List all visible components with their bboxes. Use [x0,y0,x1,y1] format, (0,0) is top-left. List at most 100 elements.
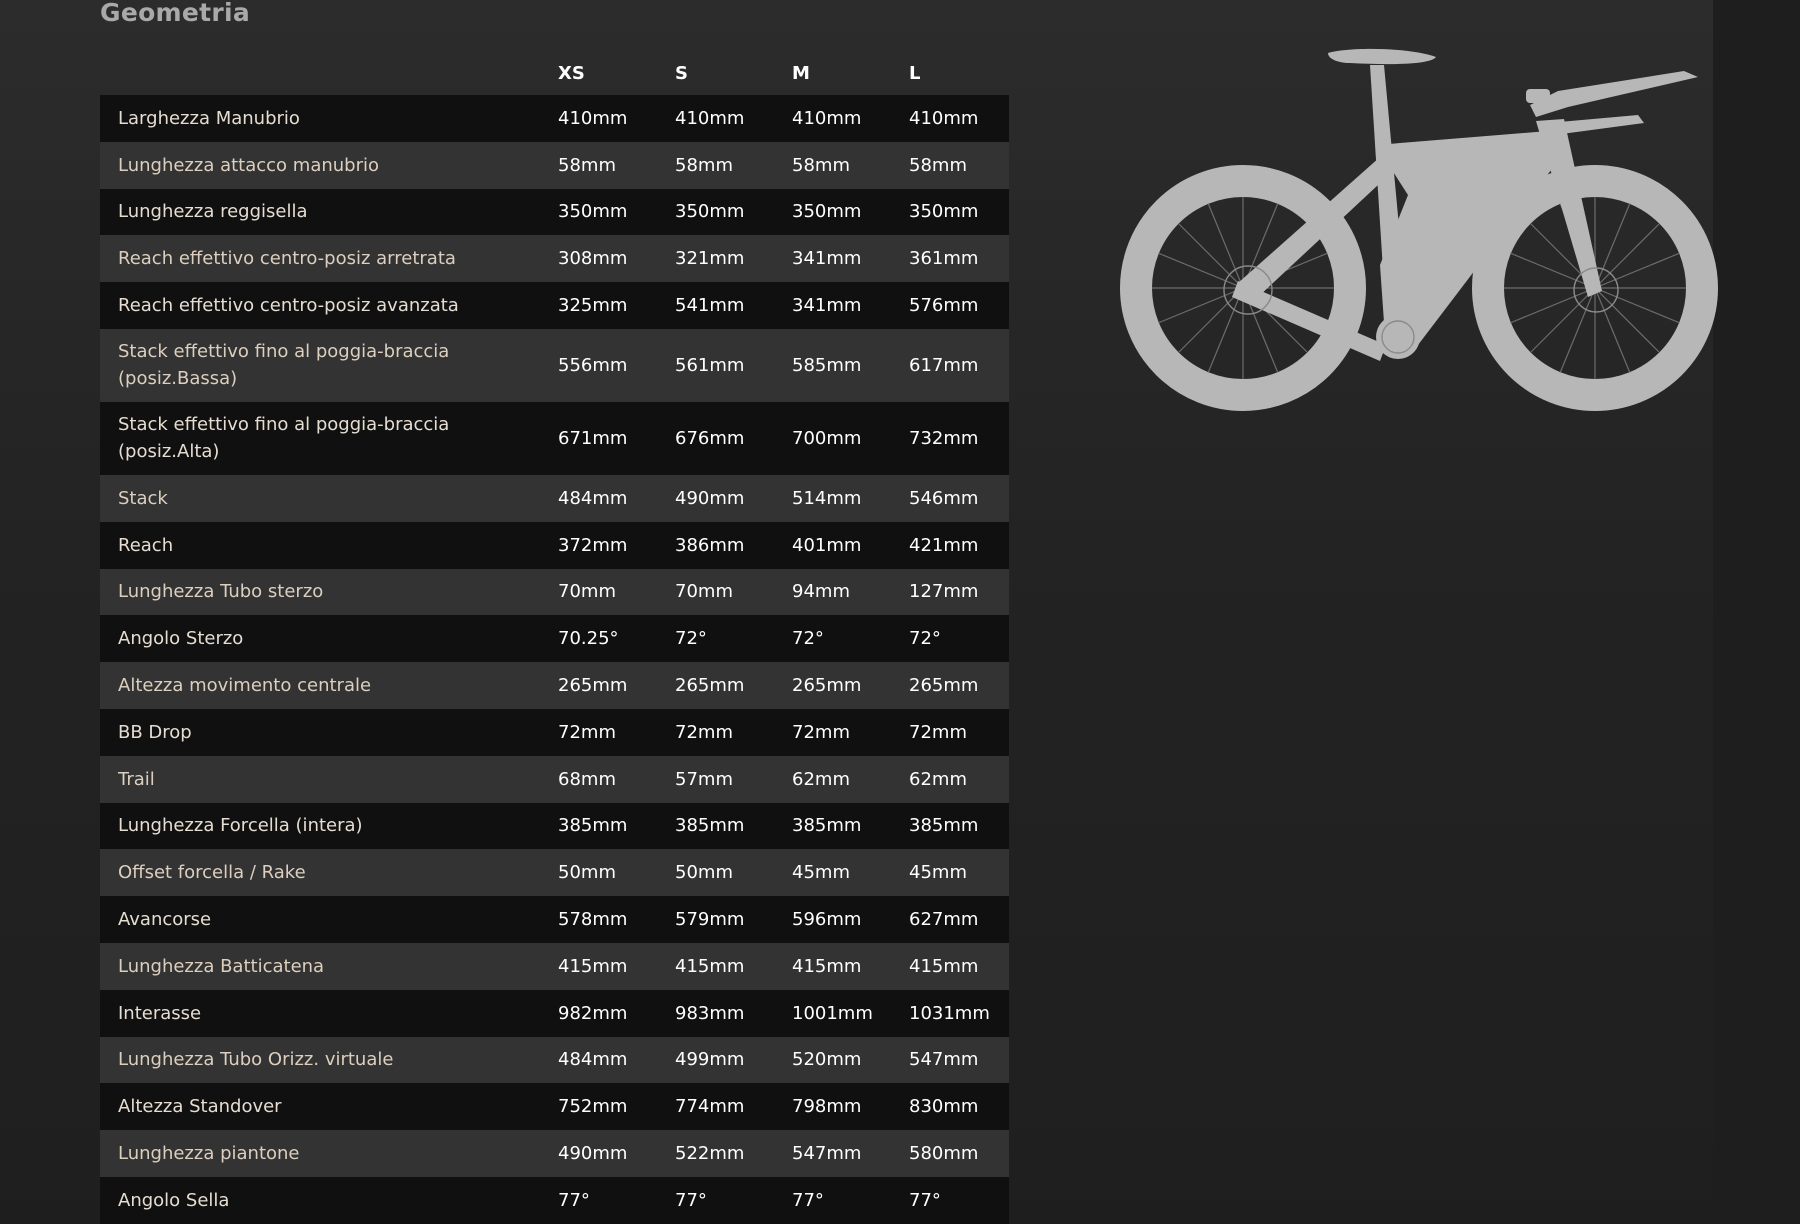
row-label: Altezza Standover [118,1096,282,1118]
value-cell-l: 415mm [909,955,979,977]
row-label: Lunghezza Tubo Orizz. virtuale [118,1049,394,1071]
value-cell-l: 77° [909,1189,941,1211]
value-cell-s: 983mm [675,1002,745,1024]
value-cell-s: 72mm [675,721,733,743]
value-cell-s: 774mm [675,1096,745,1118]
value-cell-s: 415mm [675,955,745,977]
value-cell-l: 576mm [909,295,979,317]
value-cell-s: 57mm [675,768,733,790]
value-cell-xs: 325mm [558,295,628,317]
value-cell-m: 350mm [792,201,862,223]
value-cell-s: 499mm [675,1049,745,1071]
table-row: Avancorse 578mm 579mm 596mm 627mm [100,896,1009,943]
value-cell-l: 546mm [909,487,979,509]
table-row: Altezza Standover 752mm 774mm 798mm 830mm [100,1083,1009,1131]
table-row: Stack effettivo fino al poggia-braccia (… [100,401,1009,475]
table-row: Lunghezza attacco manubrio 58mm 58mm 58mm 58… [100,141,1009,189]
value-cell-l: 72° [909,628,941,650]
value-cell-m: 798mm [792,1096,862,1118]
value-cell-l: 62mm [909,768,967,790]
row-label: Altezza movimento centrale [118,675,372,697]
table-row: Larghezza Manubrio 410mm 410mm 410mm 410mm [100,95,1009,142]
table-row: Reach 372mm 386mm 401mm 421mm [100,521,1009,569]
value-cell-xs: 484mm [558,1049,628,1071]
size-header-row: XS S M L [100,52,1009,95]
table-row: Angolo Sella 77° 77° 77° 77° [100,1176,1009,1224]
value-cell-m: 341mm [792,248,862,270]
row-label: Lunghezza piantone [118,1143,300,1165]
value-cell-xs: 556mm [558,354,628,376]
value-cell-s: 385mm [675,815,745,837]
header-label-cell [100,52,540,95]
table-row: Trail 68mm 57mm 62mm 62mm [100,755,1009,803]
value-cell-m: 385mm [792,815,862,837]
value-cell-s: 386mm [675,534,745,556]
value-cell-s: 72° [675,628,707,650]
value-cell-s: 561mm [675,354,745,376]
table-row: Lunghezza reggisella 350mm 350mm 350mm 350mm [100,188,1009,236]
value-cell-s: 58mm [675,154,733,176]
value-cell-xs: 350mm [558,201,628,223]
row-label: Stack [118,487,168,509]
row-label: Lunghezza Tubo sterzo [118,581,324,603]
row-label: Reach effettivo centro-posiz avanzata [118,295,459,317]
row-label: Interasse [118,1002,202,1024]
value-cell-xs: 752mm [558,1096,628,1118]
row-label: Larghezza Manubrio [118,107,300,129]
value-cell-s: 321mm [675,248,745,270]
row-label: Lunghezza Batticatena [118,955,325,977]
value-cell-s: 490mm [675,487,745,509]
value-cell-l: 58mm [909,154,967,176]
size-header-m: M [792,63,810,84]
table-row: Reach effettivo centro-posiz avanzata 325… [100,282,1009,329]
size-header-s: S [675,63,688,84]
row-label: Lunghezza Forcella (intera) [118,815,363,837]
row-label: Stack effettivo fino al poggia-braccia (… [118,414,450,463]
value-cell-xs: 578mm [558,909,628,931]
value-cell-l: 350mm [909,201,979,223]
value-cell-l: 421mm [909,534,979,556]
row-label: BB Drop [118,721,192,743]
value-cell-xs: 70mm [558,581,616,603]
value-cell-m: 410mm [792,107,862,129]
value-cell-m: 700mm [792,427,862,449]
value-cell-m: 45mm [792,862,850,884]
value-cell-m: 265mm [792,675,862,697]
table-row: Lunghezza Forcella (intera) 385mm 385mm 385… [100,802,1009,850]
table-row: Altezza movimento centrale 265mm 265mm 265m… [100,662,1009,709]
table-row: Lunghezza Tubo Orizz. virtuale 484mm 499mm… [100,1036,1009,1084]
row-label: Lunghezza reggisella [118,201,308,223]
value-cell-s: 676mm [675,427,745,449]
value-cell-xs: 308mm [558,248,628,270]
value-cell-s: 522mm [675,1143,745,1165]
value-cell-l: 127mm [909,581,979,603]
value-cell-m: 77° [792,1189,824,1211]
value-cell-l: 830mm [909,1096,979,1118]
table-row: Angolo Sterzo 70.25° 72° 72° 72° [100,615,1009,663]
value-cell-m: 1001mm [792,1002,873,1024]
value-cell-xs: 372mm [558,534,628,556]
value-cell-m: 514mm [792,487,862,509]
page-title: Geometria [100,0,251,27]
table-row: Stack 484mm 490mm 514mm 546mm [100,474,1009,522]
value-cell-xs: 72mm [558,721,616,743]
value-cell-xs: 415mm [558,955,628,977]
value-cell-xs: 70.25° [558,628,619,650]
value-cell-xs: 671mm [558,427,628,449]
value-cell-xs: 68mm [558,768,616,790]
value-cell-xs: 484mm [558,487,628,509]
row-label: Stack effettivo fino al poggia-braccia (… [118,341,450,390]
geometry-table: XS S M L Larghezza Manubrio 410mm 410mm 410… [100,52,1009,1224]
bike-silhouette-icon [1120,48,1718,411]
value-cell-m: 72° [792,628,824,650]
row-label: Angolo Sella [118,1189,230,1211]
value-cell-m: 415mm [792,955,862,977]
row-label: Trail [118,768,155,790]
value-cell-xs: 58mm [558,154,616,176]
row-label: Lunghezza attacco manubrio [118,154,380,176]
value-cell-m: 401mm [792,534,862,556]
row-label: Offset forcella / Rake [118,862,306,884]
row-label: Avancorse [118,909,212,931]
value-cell-l: 580mm [909,1143,979,1165]
value-cell-s: 541mm [675,295,745,317]
